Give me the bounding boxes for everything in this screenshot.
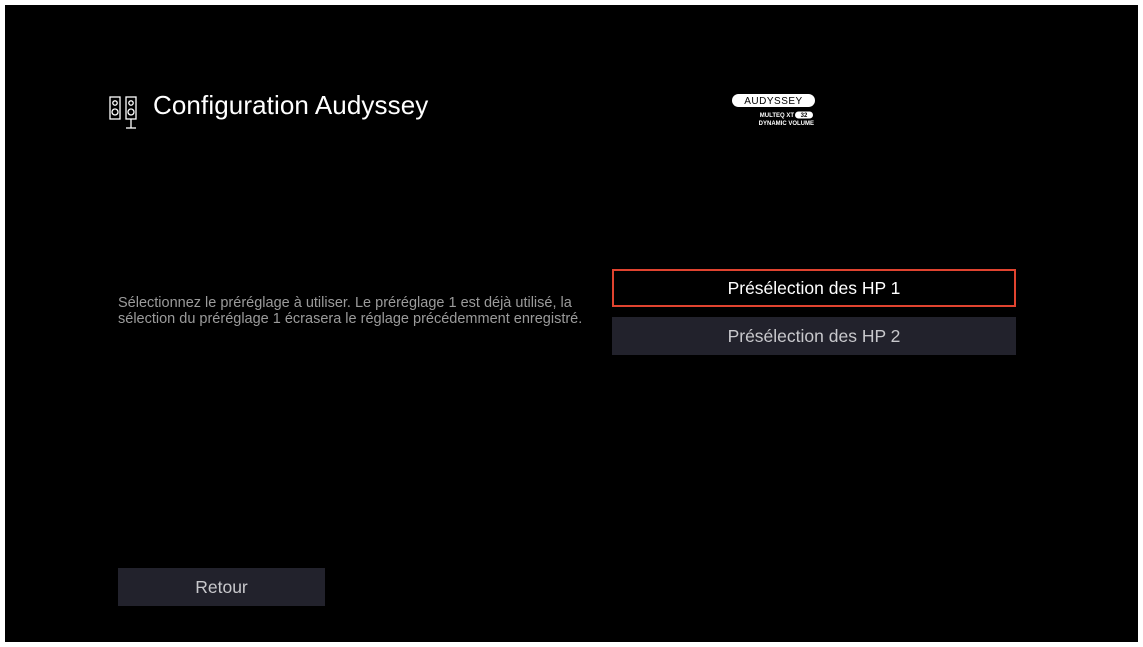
page-title: Configuration Audyssey	[153, 90, 429, 120]
preset-option-1-label: Présélection des HP 1	[727, 277, 901, 298]
audyssey-logo: AUDYSSEY MULTEQ XT 32 DYNAMIC VOLUME	[732, 94, 815, 127]
svg-text:32: 32	[801, 113, 808, 119]
svg-text:AUDYSSEY: AUDYSSEY	[744, 96, 802, 107]
preset-option-2[interactable]: Présélection des HP 2	[612, 317, 1016, 355]
back-button[interactable]: Retour	[118, 568, 325, 606]
preset-option-1[interactable]: Présélection des HP 1	[612, 269, 1016, 307]
preset-option-2-label: Présélection des HP 2	[727, 325, 901, 346]
setup-screen: Configuration Audyssey AUDYSSEY MULTEQ X…	[5, 5, 1138, 642]
speakers-icon	[109, 96, 137, 129]
svg-text:MULTEQ XT: MULTEQ XT	[760, 113, 795, 119]
back-button-label: Retour	[195, 576, 248, 597]
svg-text:DYNAMIC VOLUME: DYNAMIC VOLUME	[759, 121, 814, 127]
instruction-text: Sélectionnez le préréglage à utiliser. L…	[118, 295, 583, 327]
